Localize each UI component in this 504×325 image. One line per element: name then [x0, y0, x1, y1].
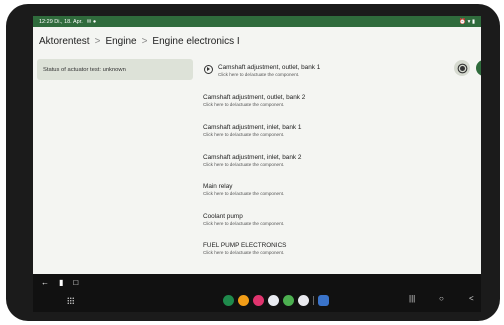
- component-item[interactable]: Camshaft adjustment, outlet, bank 1 Clic…: [218, 64, 418, 78]
- status-right-icons: ⏰ ▾ ▮: [459, 19, 475, 25]
- recents-icon[interactable]: |||: [409, 294, 415, 303]
- component-subtitle: Click here to de/actuate the component.: [203, 250, 285, 255]
- app-dock: [223, 295, 329, 306]
- status-bar: 12:29 Di., 18. Apr. ✉ ● ⏰ ▾ ▮: [33, 16, 481, 27]
- phone-icon[interactable]: ▮: [59, 278, 63, 287]
- back-arrow-icon[interactable]: ←: [41, 278, 49, 287]
- home-icon[interactable]: ○: [439, 294, 444, 303]
- component-item[interactable]: Main relay Click here to de/actuate the …: [203, 183, 403, 197]
- component-item[interactable]: Camshaft adjustment, inlet, bank 2 Click…: [203, 154, 403, 168]
- component-item[interactable]: Coolant pump Click here to de/actuate th…: [203, 213, 403, 227]
- actuator-status-panel: Status of actuator test: unknown: [37, 59, 193, 80]
- app-orange-icon[interactable]: [238, 295, 249, 306]
- nav-back-icon[interactable]: <: [469, 294, 474, 303]
- breadcrumb-aktorentest[interactable]: Aktorentest: [39, 36, 90, 47]
- component-subtitle: Click here to de/actuate the component.: [203, 221, 285, 226]
- component-subtitle: Click here to de/actuate the component.: [203, 102, 285, 107]
- system-icons: ⏰ ▾ ▮: [459, 18, 475, 25]
- breadcrumb-separator: >: [141, 36, 148, 47]
- component-item[interactable]: FUEL PUMP ELECTRONICS Click here to de/a…: [203, 242, 403, 256]
- notification-icons: ✉ ●: [86, 18, 97, 25]
- component-title: Camshaft adjustment, outlet, bank 1: [218, 64, 321, 71]
- play-store-icon[interactable]: [298, 295, 309, 306]
- breadcrumb-engine[interactable]: Engine: [105, 36, 136, 47]
- component-item[interactable]: Camshaft adjustment, inlet, bank 1 Click…: [203, 124, 403, 138]
- play-circle-icon: [204, 65, 213, 74]
- component-subtitle: Click here to de/actuate the component.: [203, 191, 285, 196]
- breadcrumb: Aktorentest > Engine > Engine electronic…: [39, 36, 240, 47]
- chrome-icon[interactable]: [283, 295, 294, 306]
- component-subtitle: Click here to de/actuate the component.: [218, 72, 300, 77]
- component-title: Camshaft adjustment, outlet, bank 2: [203, 94, 306, 101]
- component-title: Main relay: [203, 183, 233, 190]
- component-title: FUEL PUMP ELECTRONICS: [203, 242, 287, 249]
- component-subtitle: Click here to de/actuate the component.: [203, 132, 285, 137]
- actuator-status-text: Status of actuator test: unknown: [43, 66, 126, 73]
- component-title: Camshaft adjustment, inlet, bank 1: [203, 124, 302, 131]
- component-subtitle: Click here to de/actuate the component.: [203, 162, 285, 167]
- component-title: Camshaft adjustment, inlet, bank 2: [203, 154, 302, 161]
- component-item[interactable]: Camshaft adjustment, outlet, bank 2 Clic…: [203, 94, 403, 108]
- app-screen: 12:29 Di., 18. Apr. ✉ ● ⏰ ▾ ▮ Aktorentes…: [33, 16, 481, 312]
- window-icon[interactable]: □: [73, 278, 78, 287]
- app-drawer-icon[interactable]: [67, 297, 74, 304]
- app-pink-icon[interactable]: [253, 295, 264, 306]
- start-button[interactable]: [476, 60, 481, 76]
- stop-icon: [459, 65, 465, 71]
- breadcrumb-separator: >: [94, 36, 101, 47]
- settings-app-icon[interactable]: [318, 295, 329, 306]
- taskbar: ← ▮ □ ||| ○ <: [33, 274, 481, 312]
- top-nav-row: ← ▮ □: [41, 278, 78, 287]
- gmail-icon[interactable]: [268, 295, 279, 306]
- component-title: Coolant pump: [203, 213, 243, 220]
- dock-divider: [313, 296, 314, 305]
- app-green-icon[interactable]: [223, 295, 234, 306]
- status-time: 12:29 Di., 18. Apr.: [39, 18, 83, 25]
- breadcrumb-engine-electronics: Engine electronics I: [152, 36, 240, 47]
- stop-button[interactable]: [454, 60, 470, 76]
